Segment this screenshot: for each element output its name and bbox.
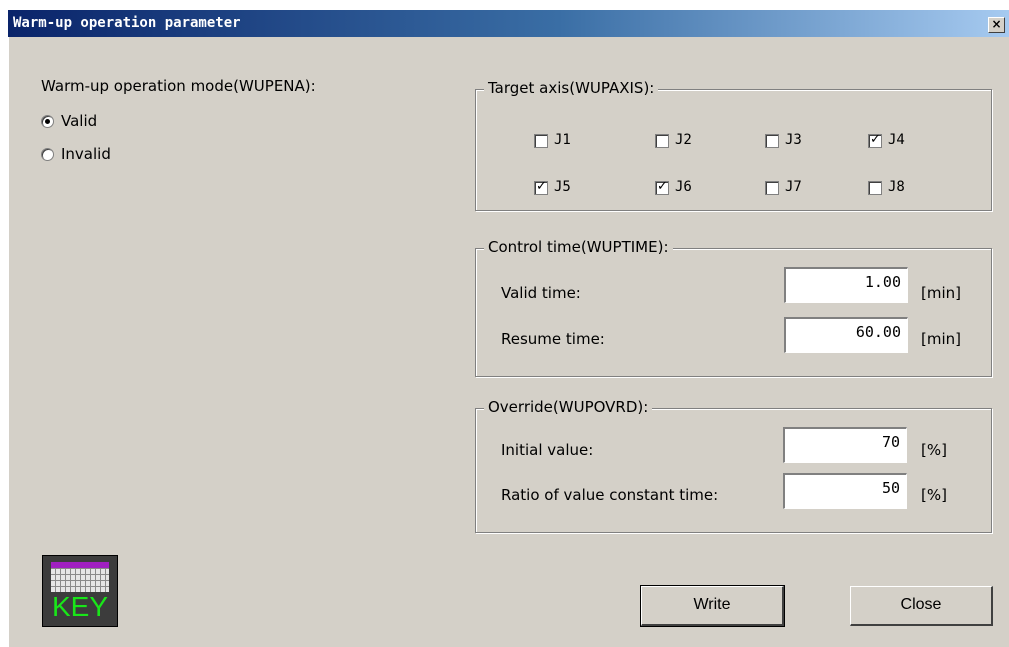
axis-j7-checkbox[interactable] <box>765 181 779 195</box>
axis-j5-checkbox[interactable]: ✓ <box>534 179 548 195</box>
target-axis-group: Target axis(WUPAXIS): J1 J2 J3 ✓ J4 ✓ J5… <box>475 79 992 211</box>
check-mark-icon: ✓ <box>536 179 547 194</box>
axis-j2-checkbox[interactable] <box>655 134 669 148</box>
axis-j4-checkbox[interactable]: ✓ <box>868 132 882 148</box>
control-time-label: Control time(WUPTIME): <box>484 238 673 256</box>
axis-j4-label: J4 <box>888 132 905 148</box>
ratio-input[interactable]: 50 <box>783 473 907 509</box>
initial-value-unit: [%] <box>921 441 947 459</box>
control-time-group: Control time(WUPTIME): Valid time: 1.00 … <box>475 238 992 377</box>
title-bar: Warm-up operation parameter × <box>8 10 1009 37</box>
radio-invalid[interactable]: Invalid <box>41 145 161 165</box>
radio-selected-dot <box>45 119 50 124</box>
close-button[interactable]: Close <box>850 586 993 626</box>
write-button[interactable]: Write <box>640 585 785 627</box>
axis-j3-label: J3 <box>785 132 802 148</box>
axis-j8-checkbox[interactable] <box>868 181 882 195</box>
ratio-label: Ratio of value constant time: <box>501 486 719 504</box>
valid-time-label: Valid time: <box>501 284 581 302</box>
keyboard-rows <box>51 568 109 592</box>
axis-j1-checkbox[interactable] <box>534 134 548 148</box>
axis-j6-label: J6 <box>675 179 692 195</box>
keyboard-icon[interactable]: KEY <box>42 555 118 627</box>
mode-label: Warm-up operation mode(WUPENA): <box>41 77 316 95</box>
axis-j8-label: J8 <box>888 179 905 195</box>
initial-value-input[interactable]: 70 <box>783 427 907 463</box>
initial-value-label: Initial value: <box>501 441 594 459</box>
override-group: Override(WUPOVRD): Initial value: 70 [%]… <box>475 398 992 533</box>
check-mark-icon: ✓ <box>870 132 881 147</box>
warmup-dialog: Warm-up operation parameter × Warm-up op… <box>8 10 1009 647</box>
valid-time-input[interactable]: 1.00 <box>784 267 908 303</box>
valid-time-unit: [min] <box>921 284 961 302</box>
axis-j5-label: J5 <box>554 179 571 195</box>
axis-j6-checkbox[interactable]: ✓ <box>655 179 669 195</box>
radio-valid-label: Valid <box>61 112 98 130</box>
radio-invalid-indicator[interactable] <box>41 148 54 161</box>
close-icon[interactable]: × <box>988 17 1005 33</box>
axis-j1-label: J1 <box>554 132 571 148</box>
override-label: Override(WUPOVRD): <box>484 398 653 416</box>
radio-invalid-label: Invalid <box>61 145 111 163</box>
target-axis-label: Target axis(WUPAXIS): <box>484 79 659 97</box>
ratio-unit: [%] <box>921 486 947 504</box>
axis-j7-label: J7 <box>785 179 802 195</box>
resume-time-input[interactable]: 60.00 <box>784 317 908 353</box>
resume-time-unit: [min] <box>921 330 961 348</box>
radio-valid-indicator[interactable] <box>41 115 54 128</box>
key-label: KEY <box>51 591 109 622</box>
radio-valid[interactable]: Valid <box>41 112 161 132</box>
axis-j2-label: J2 <box>675 132 692 148</box>
check-mark-icon: ✓ <box>657 179 668 194</box>
resume-time-label: Resume time: <box>501 330 605 348</box>
axis-j3-checkbox[interactable] <box>765 134 779 148</box>
window-title: Warm-up operation parameter <box>13 15 241 31</box>
